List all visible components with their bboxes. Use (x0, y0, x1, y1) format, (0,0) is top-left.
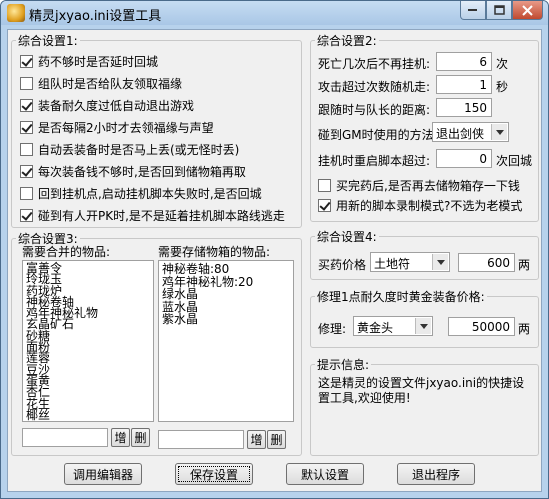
option-label: 用新的脚本录制模式?不选为老模式 (336, 199, 523, 213)
option-fetch-money[interactable]: 每次装备钱不够时,是否回到储物箱再取 (20, 163, 246, 180)
option-label: 药不够时是否延时回城 (38, 55, 159, 69)
store-item-input[interactable] (158, 430, 244, 449)
gm-method-label: 碰到GM时使用的方法: (318, 128, 438, 142)
exit-button[interactable]: 退出程序 (397, 463, 475, 485)
app-icon (7, 4, 25, 22)
option-label: 每次装备钱不够时,是否回到储物箱再取 (38, 165, 246, 179)
buy-price-input[interactable] (458, 253, 515, 272)
close-button[interactable] (512, 1, 543, 20)
chevron-down-icon[interactable] (415, 318, 431, 334)
store-items-label: 需要存储物箱的物品: (158, 245, 271, 259)
list-item[interactable]: 神秘卷轴:80 (162, 263, 290, 276)
repair-label: 修理: (318, 322, 347, 336)
option-label: 组队时是否给队友领取福缘 (38, 77, 183, 91)
attack-time-label: 攻击超过次数随机走: (318, 80, 431, 94)
checkbox[interactable] (20, 55, 33, 68)
repair-price-input[interactable] (448, 317, 515, 336)
group-settings-2-legend: 综合设置2: (317, 34, 377, 48)
dialog-body: 综合设置1: 药不够时是否延时回城 组队时是否给队友领取福缘 装备耐久度过低自动… (7, 29, 542, 492)
repair-item-value: 黄金头 (357, 321, 394, 335)
minimize-icon (468, 9, 477, 11)
default-settings-button[interactable]: 默认设置 (286, 463, 364, 485)
checkbox[interactable] (20, 77, 33, 90)
buy-price-unit: 两 (518, 258, 531, 272)
group-settings-4-legend: 综合设置4: (317, 230, 377, 244)
option-pk-escape[interactable]: 碰到有人开PK时,是不是延着挂机脚本路线逃走 (20, 207, 285, 224)
option-auto-drop[interactable]: 自动丢装备时是否马上丢(或无怪时丢) (20, 141, 239, 158)
merge-delete-button[interactable]: 删 (131, 428, 150, 447)
gm-method-value: 退出剑侠 (436, 127, 485, 141)
option-script-fail-return[interactable]: 回到挂机点,启动挂机脚本失败时,是否回城 (20, 185, 262, 202)
follow-dist-input[interactable] (436, 98, 492, 117)
app-window: 精灵jxyao.ini设置工具 综合设置1: 药不够时是否延时回城 组队时是否给… (0, 0, 549, 499)
option-label: 是否每隔2小时才去领福缘与声望 (38, 121, 214, 135)
hint-legend: 提示信息: (317, 358, 370, 372)
checkbox[interactable] (318, 199, 331, 212)
attack-time-input[interactable] (436, 75, 492, 94)
hint-text: 这是精灵的设置文件jxyao.ini的快捷设置工具,欢迎使用! (318, 376, 525, 405)
store-delete-button[interactable]: 删 (267, 430, 286, 449)
merge-items-label: 需要合并的物品: (22, 245, 111, 259)
checkbox[interactable] (20, 209, 33, 222)
death-times-input[interactable] (436, 52, 492, 71)
option-label: 自动丢装备时是否马上丢(或无怪时丢) (38, 143, 240, 157)
option-low-durability-exit[interactable]: 装备耐久度过低自动退出游戏 (20, 97, 194, 114)
option-label: 回到挂机点,启动挂机脚本失败时,是否回城 (38, 187, 262, 201)
merge-add-button[interactable]: 增 (111, 428, 130, 447)
store-add-button[interactable]: 增 (247, 430, 266, 449)
checkbox[interactable] (20, 165, 33, 178)
follow-dist-label: 跟随时与队长的距离: (318, 103, 431, 117)
buy-price-label: 买药价格 (318, 258, 367, 272)
group-settings-1-legend: 综合设置1: (18, 34, 78, 48)
option-label: 碰到有人开PK时,是不是延着挂机脚本路线逃走 (38, 209, 285, 223)
repair-price-unit: 两 (518, 322, 531, 336)
open-editor-button[interactable]: 调用编辑器 (64, 463, 142, 485)
buy-item-value: 土地符 (374, 257, 411, 271)
chevron-down-icon[interactable] (491, 124, 507, 140)
save-settings-button[interactable]: 保存设置 (175, 463, 253, 485)
minimize-button[interactable] (460, 1, 486, 20)
gm-method-select[interactable]: 退出剑侠 (432, 122, 509, 142)
death-times-label: 死亡几次后不再挂机: (318, 57, 431, 71)
option-2h-fuyuan[interactable]: 是否每隔2小时才去领福缘与声望 (20, 119, 214, 136)
title-bar[interactable]: 精灵jxyao.ini设置工具 (1, 1, 548, 25)
chevron-down-icon[interactable] (432, 254, 448, 270)
merge-items-list[interactable]: 富善令 玲珑玉 药珑炉 神秘卷轴 鸡年神秘礼物 玄晶矿石 砂糖 面粉 莲蓉 豆沙 蛋黄 杏仁 花生 椰丝 (22, 260, 154, 422)
checkbox[interactable] (20, 143, 33, 156)
option-label: 买完药后,是否再去储物箱存一下钱 (336, 179, 520, 193)
list-item[interactable]: 绿水晶 (162, 288, 290, 301)
close-icon (522, 4, 533, 16)
checkbox[interactable] (20, 121, 33, 134)
checkbox[interactable] (20, 187, 33, 200)
repair-item-select[interactable]: 黄金头 (353, 316, 433, 336)
restart-input[interactable] (436, 149, 492, 168)
maximize-icon (493, 5, 505, 15)
checkbox[interactable] (20, 99, 33, 112)
option-delay-return[interactable]: 药不够时是否延时回城 (20, 53, 158, 70)
list-item[interactable]: 紫水晶 (162, 313, 290, 326)
group-repair-price-legend: 修理1点耐久度时黄金装备价格: (317, 290, 485, 304)
restart-unit: 次回城 (496, 154, 533, 168)
list-item[interactable]: 椰丝 (26, 409, 150, 421)
merge-item-input[interactable] (22, 428, 108, 447)
store-items-list[interactable]: 神秘卷轴:80 鸡年神秘礼物:20 绿水晶 蓝水晶 紫水晶 (158, 260, 294, 422)
restart-label: 挂机时重启脚本超过: (318, 154, 431, 168)
window-title: 精灵jxyao.ini设置工具 (29, 9, 162, 24)
option-store-money[interactable]: 买完药后,是否再去储物箱存一下钱 (318, 177, 520, 194)
option-team-fuyuan[interactable]: 组队时是否给队友领取福缘 (20, 75, 182, 92)
death-times-unit: 次 (496, 57, 509, 71)
option-new-record-mode[interactable]: 用新的脚本录制模式?不选为老模式 (318, 197, 522, 214)
buy-item-select[interactable]: 土地符 (370, 252, 450, 272)
checkbox[interactable] (318, 179, 331, 192)
option-label: 装备耐久度过低自动退出游戏 (38, 99, 195, 113)
group-hint: 提示信息: (310, 356, 539, 456)
attack-time-unit: 秒 (496, 80, 509, 94)
maximize-button[interactable] (486, 1, 512, 20)
